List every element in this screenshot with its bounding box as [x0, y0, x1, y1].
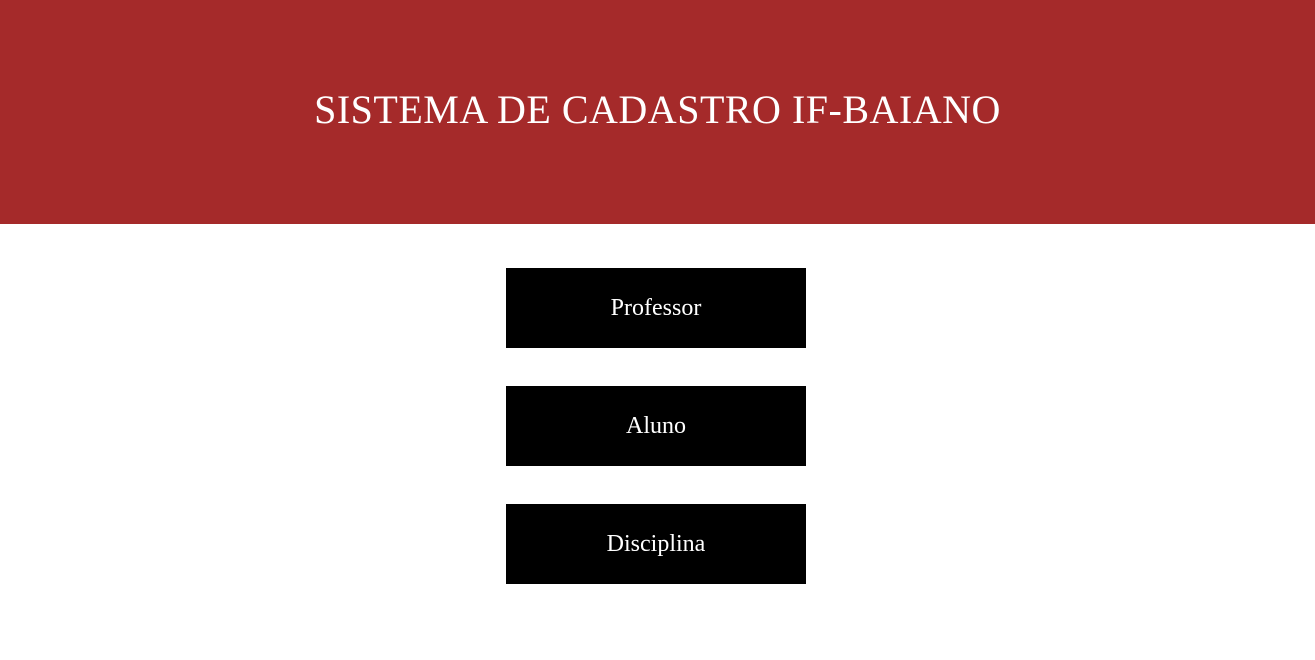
- header-banner: SISTEMA DE CADASTRO IF-BAIANO: [0, 0, 1315, 224]
- page: SISTEMA DE CADASTRO IF-BAIANO Professor …: [0, 0, 1315, 660]
- main-menu: Professor Aluno Disciplina: [506, 268, 806, 584]
- disciplina-button-label: Disciplina: [606, 530, 706, 557]
- professor-button[interactable]: Professor: [506, 268, 806, 348]
- disciplina-button[interactable]: Disciplina: [506, 504, 806, 584]
- aluno-button[interactable]: Aluno: [506, 386, 806, 466]
- professor-button-label: Professor: [610, 294, 702, 321]
- aluno-button-label: Aluno: [626, 412, 686, 439]
- page-title: SISTEMA DE CADASTRO IF-BAIANO: [314, 86, 1001, 132]
